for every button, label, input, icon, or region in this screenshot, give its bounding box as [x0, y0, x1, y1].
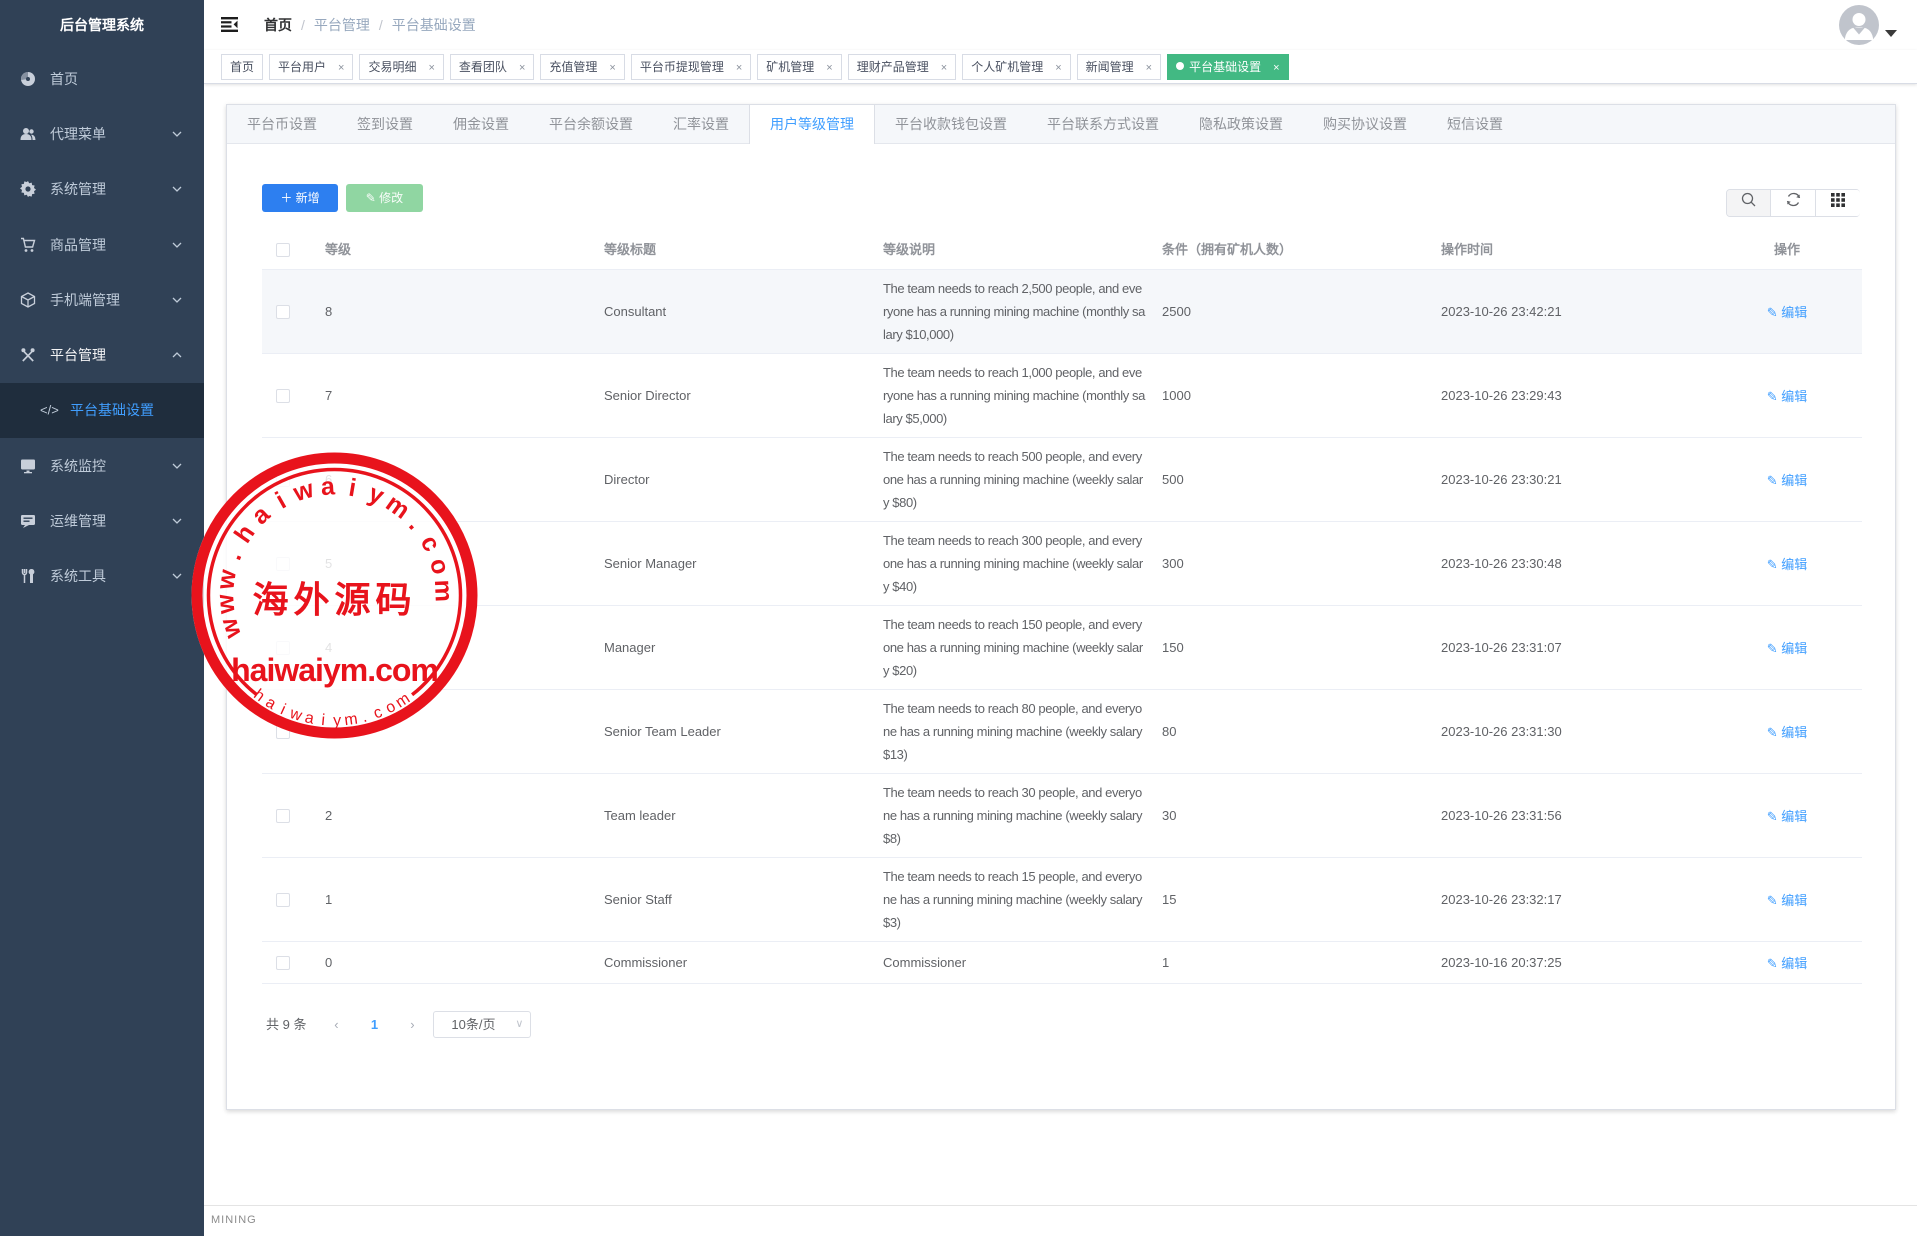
svg-text:w: w [211, 593, 241, 616]
svg-text:海外源码: 海外源码 [252, 580, 416, 620]
svg-text:haiwaiym.com: haiwaiym.com [231, 652, 438, 688]
svg-text:m: m [429, 579, 458, 602]
svg-text:y: y [333, 712, 341, 729]
svg-text:m: m [343, 711, 358, 730]
